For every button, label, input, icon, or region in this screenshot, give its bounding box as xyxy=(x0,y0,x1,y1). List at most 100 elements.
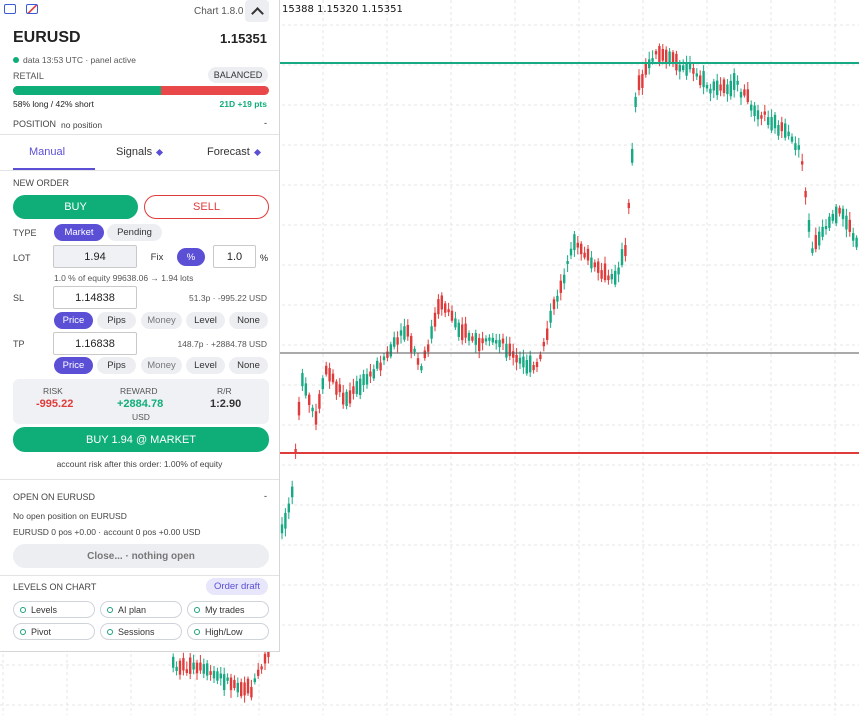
sl-input[interactable]: 1.14838 xyxy=(53,286,137,309)
candle-body xyxy=(855,237,858,248)
chip-levels[interactable]: Levels xyxy=(13,601,95,618)
candle-body xyxy=(474,333,477,345)
candle-body xyxy=(814,234,817,250)
trading-panel: Chart 1.8.0 EURUSD 1.15351 data 13:53 UT… xyxy=(0,0,280,652)
sl-info: 51.3p · -995.22 USD xyxy=(189,293,267,303)
tab-manual[interactable]: Manual xyxy=(29,146,65,158)
candle-body xyxy=(229,677,233,691)
candle-body xyxy=(467,332,471,341)
candle-body xyxy=(848,219,851,232)
sl-mode-pips[interactable]: Pips xyxy=(97,312,136,329)
candle-body xyxy=(338,384,341,393)
candle-body xyxy=(705,84,709,89)
reward-value: +2884.78 xyxy=(117,398,164,410)
candle-body xyxy=(342,392,345,405)
sell-button[interactable]: SELL xyxy=(144,195,269,219)
candle-body xyxy=(246,678,250,694)
candle-body xyxy=(620,249,624,266)
candle-body xyxy=(552,299,556,310)
candle-body xyxy=(403,326,406,340)
candle-body xyxy=(787,131,790,137)
news-icon[interactable] xyxy=(26,4,38,14)
candle-body xyxy=(794,143,797,151)
sl-mode-none[interactable]: None xyxy=(229,312,268,329)
tab-forecast[interactable]: Forecast xyxy=(207,146,261,158)
candle-body xyxy=(233,679,236,688)
tp-mode-money[interactable]: Money xyxy=(141,357,182,374)
chip-sessions[interactable]: Sessions xyxy=(100,623,182,640)
candle-body xyxy=(709,88,712,94)
candle-body xyxy=(348,390,352,404)
candle-body xyxy=(491,337,494,343)
toggle-circle-icon xyxy=(20,606,26,613)
lot-input[interactable]: 1.94 xyxy=(53,245,137,268)
type-pending[interactable]: Pending xyxy=(107,224,162,241)
candle-body xyxy=(603,263,607,281)
status-line: data 13:53 UTC · panel active xyxy=(13,55,136,65)
buy-button[interactable]: BUY xyxy=(13,195,138,219)
candle-body xyxy=(624,245,627,257)
candle-body xyxy=(280,524,284,534)
candle-body xyxy=(641,74,644,88)
lot-percent-button[interactable]: % xyxy=(177,248,205,266)
lot-fix-button[interactable]: Fix xyxy=(143,248,171,266)
candle-body xyxy=(566,261,569,265)
candle-body xyxy=(444,303,447,313)
rr-label: R/R xyxy=(217,386,232,396)
submit-order-button[interactable]: BUY 1.94 @ MARKET xyxy=(13,427,269,452)
candle-body xyxy=(410,335,413,353)
reward-unit: USD xyxy=(132,412,150,422)
candle-body xyxy=(396,337,399,345)
order-draft-button[interactable]: Order draft xyxy=(206,578,268,595)
candle-body xyxy=(216,671,219,681)
candle-body xyxy=(801,161,804,165)
tp-mode-level[interactable]: Level xyxy=(186,357,225,374)
candle-body xyxy=(250,686,253,698)
candle-body xyxy=(352,386,355,394)
chip-my-trades[interactable]: My trades xyxy=(187,601,269,618)
candle-body xyxy=(464,323,467,338)
close-position-button[interactable]: Close... · nothing open xyxy=(13,544,269,568)
tp-mode-none[interactable]: None xyxy=(229,357,268,374)
candle-body xyxy=(668,51,671,63)
chip-ai-plan[interactable]: AI plan xyxy=(100,601,182,618)
candle-body xyxy=(529,355,532,373)
tp-mode-pips[interactable]: Pips xyxy=(97,357,136,374)
tab-signals[interactable]: Signals xyxy=(116,146,164,158)
candle-body xyxy=(386,351,389,358)
candle-body xyxy=(308,394,311,406)
candle-body xyxy=(743,89,746,96)
candle-body xyxy=(236,682,239,693)
status-dot-icon xyxy=(13,57,19,63)
candle-body xyxy=(760,115,763,119)
candle-body xyxy=(753,105,756,117)
risk-label: RISK xyxy=(43,386,63,396)
candle-body xyxy=(821,226,824,237)
type-market[interactable]: Market xyxy=(54,224,104,241)
tp-mode-price[interactable]: Price xyxy=(54,357,93,374)
list-icon[interactable] xyxy=(4,4,16,14)
position-label: POSITION xyxy=(13,119,57,129)
candle-body xyxy=(610,273,613,280)
candle-body xyxy=(532,365,535,371)
candle-body xyxy=(495,340,498,344)
candle-body xyxy=(287,503,290,513)
sl-mode-level[interactable]: Level xyxy=(186,312,225,329)
candle-body xyxy=(790,136,794,142)
sl-mode-money[interactable]: Money xyxy=(141,312,182,329)
candle-body xyxy=(559,280,562,293)
retail-sentiment-bar xyxy=(13,86,269,95)
candle-body xyxy=(651,58,654,62)
candle-body xyxy=(835,206,838,224)
percent-input[interactable]: 1.0 xyxy=(213,245,256,268)
candle-body xyxy=(716,80,719,96)
collapse-button[interactable] xyxy=(245,0,269,22)
status-text: data 13:53 UTC · panel active xyxy=(23,55,136,65)
tp-input[interactable]: 1.16838 xyxy=(53,332,137,355)
sl-mode-price[interactable]: Price xyxy=(54,312,93,329)
candle-body xyxy=(189,657,192,674)
chip-pivot[interactable]: Pivot xyxy=(13,623,95,640)
candle-body xyxy=(831,213,834,221)
candle-body xyxy=(399,330,403,336)
chip-high-low[interactable]: High/Low xyxy=(187,623,269,640)
